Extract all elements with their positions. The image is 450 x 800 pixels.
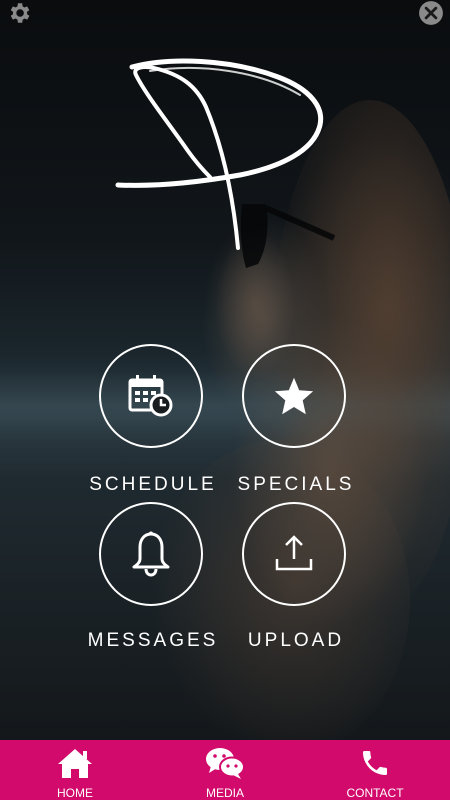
upload-label: UPLOAD bbox=[247, 630, 345, 651]
bottom-tab-bar: HOME MEDIA CONTACT bbox=[0, 740, 450, 800]
star-icon bbox=[274, 377, 314, 415]
phone-icon bbox=[363, 751, 387, 775]
tab-media-label: MEDIA bbox=[205, 786, 244, 800]
close-circle-icon bbox=[419, 1, 443, 25]
calendar-clock-icon bbox=[128, 375, 173, 417]
close-button[interactable] bbox=[414, 0, 448, 26]
tab-media[interactable]: MEDIA bbox=[150, 740, 300, 800]
tab-home[interactable]: HOME bbox=[0, 740, 150, 800]
messages-tile[interactable]: MESSAGES bbox=[78, 502, 228, 672]
chat-bubbles-icon bbox=[206, 748, 245, 779]
script-p-logo bbox=[115, 58, 324, 250]
specials-button[interactable] bbox=[242, 344, 346, 448]
upload-tile[interactable]: UPLOAD bbox=[221, 502, 371, 672]
tab-contact-label: CONTACT bbox=[346, 786, 404, 800]
bell-icon bbox=[132, 531, 170, 577]
specials-tile[interactable]: SPECIALS bbox=[221, 344, 371, 514]
gear-icon bbox=[10, 3, 30, 23]
schedule-tile[interactable]: SCHEDULE bbox=[78, 344, 228, 514]
tab-contact[interactable]: CONTACT bbox=[300, 740, 450, 800]
messages-button[interactable] bbox=[99, 502, 203, 606]
app-screen: SCHEDULE SPECIALS MESSAGES UPLOAD HOME M… bbox=[0, 0, 450, 800]
specials-label: SPECIALS bbox=[237, 474, 355, 495]
upload-icon bbox=[275, 535, 313, 571]
home-icon bbox=[58, 749, 92, 778]
schedule-button[interactable] bbox=[99, 344, 203, 448]
settings-button[interactable] bbox=[2, 0, 36, 26]
tab-home-label: HOME bbox=[57, 786, 93, 800]
upload-button[interactable] bbox=[242, 502, 346, 606]
